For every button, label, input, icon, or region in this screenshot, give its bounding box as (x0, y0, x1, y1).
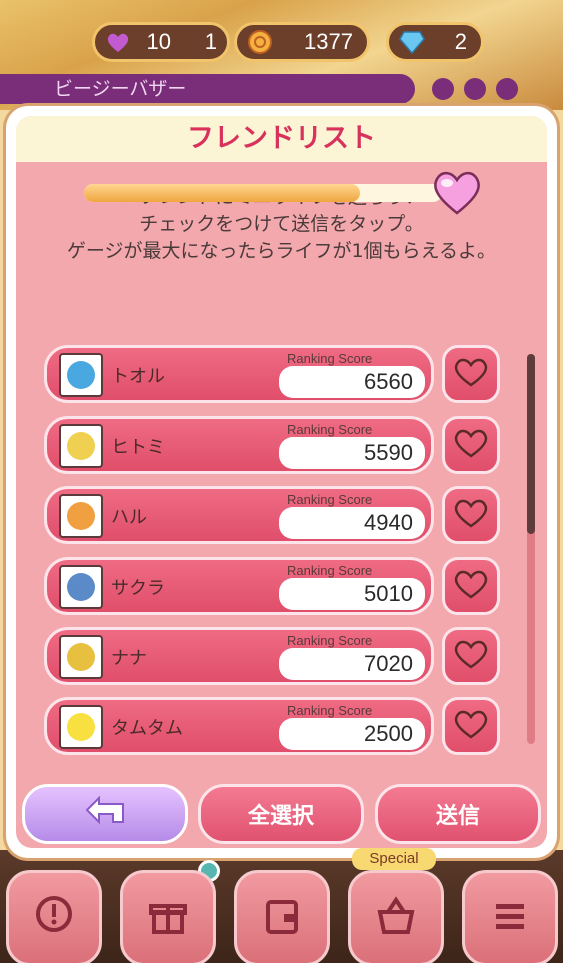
menu-icon (488, 894, 532, 942)
send-heart-button[interactable] (442, 345, 500, 403)
avatar (59, 705, 103, 749)
page-dots (432, 78, 518, 100)
exclamation-icon (32, 894, 76, 942)
score-label: Ranking Score (287, 563, 373, 578)
basket-icon (374, 894, 418, 942)
gem-icon (397, 27, 427, 57)
score-label: Ranking Score (287, 633, 373, 648)
lives-extra-value: 1 (204, 29, 217, 54)
avatar (59, 635, 103, 679)
score-value: 5010 (279, 578, 425, 610)
heart-outline-icon (454, 569, 488, 603)
friend-name: トオル (111, 366, 165, 387)
nav-menu-button[interactable] (462, 870, 558, 963)
friend-name: タムタム (111, 718, 183, 739)
friend-card[interactable]: サクラ Ranking Score 5010 (44, 557, 434, 615)
friend-card[interactable]: ナナ Ranking Score 7020 (44, 627, 434, 685)
heart-icon (103, 27, 133, 57)
modal-title: フレンドリスト (16, 116, 547, 162)
heart-outline-icon (454, 639, 488, 673)
friend-card[interactable]: ハル Ranking Score 4940 (44, 486, 434, 544)
score-value: 4940 (279, 507, 425, 539)
back-button[interactable] (22, 784, 188, 844)
score-value: 6560 (279, 366, 425, 398)
heart-outline-icon (454, 357, 488, 391)
avatar (59, 353, 103, 397)
coin-value: 1377 (304, 29, 353, 54)
heart-outline-icon (454, 709, 488, 743)
friend-name: サクラ (111, 578, 165, 599)
scrollbar-thumb[interactable] (527, 354, 535, 534)
send-button[interactable]: 送信 (375, 784, 541, 844)
lives-counter: 10 1 (92, 22, 230, 62)
friend-card[interactable]: ヒトミ Ranking Score 5590 (44, 416, 434, 474)
send-heart-button[interactable] (442, 627, 500, 685)
score-label: Ranking Score (287, 351, 373, 366)
avatar (59, 494, 103, 538)
nav-info-button[interactable] (6, 870, 102, 963)
send-heart-button[interactable] (442, 486, 500, 544)
wallet-icon (260, 894, 304, 942)
life-gauge (84, 184, 442, 202)
special-badge: Special (352, 848, 436, 870)
friend-card[interactable]: タムタム Ranking Score 2500 (44, 697, 434, 755)
nav-shop-button[interactable] (348, 870, 444, 963)
heart-outline-icon (454, 498, 488, 532)
score-value: 7020 (279, 648, 425, 680)
coin-icon (245, 27, 275, 57)
life-gauge-fill (84, 184, 360, 202)
coin-counter: 1377 (234, 22, 370, 62)
gauge-heart-icon (432, 168, 482, 216)
lives-value: 10 (146, 29, 171, 54)
send-heart-button[interactable] (442, 697, 500, 755)
score-label: Ranking Score (287, 492, 373, 507)
instruction-line: ゲージが最大になったらライフが1個もらえるよ。 (66, 240, 497, 262)
list-scrollbar[interactable] (527, 354, 535, 744)
avatar (59, 565, 103, 609)
score-label: Ranking Score (287, 422, 373, 437)
nav-gift-button[interactable] (120, 870, 216, 963)
gem-counter: 2 (386, 22, 484, 62)
friend-name: ヒトミ (111, 437, 165, 458)
heart-outline-icon (454, 428, 488, 462)
friend-card[interactable]: トオル Ranking Score 6560 (44, 345, 434, 403)
stage-title: ビージーバザー (0, 74, 415, 104)
avatar (59, 424, 103, 468)
friend-name: ハル (111, 507, 147, 528)
send-heart-button[interactable] (442, 557, 500, 615)
score-value: 5590 (279, 437, 425, 469)
score-value: 2500 (279, 718, 425, 750)
friend-name: ナナ (111, 648, 147, 669)
nav-wallet-button[interactable] (234, 870, 330, 963)
gift-icon (146, 894, 190, 942)
score-label: Ranking Score (287, 703, 373, 718)
back-arrow-icon (83, 794, 127, 834)
send-heart-button[interactable] (442, 416, 500, 474)
gem-value: 2 (454, 29, 467, 54)
select-all-button[interactable]: 全選択 (198, 784, 364, 844)
